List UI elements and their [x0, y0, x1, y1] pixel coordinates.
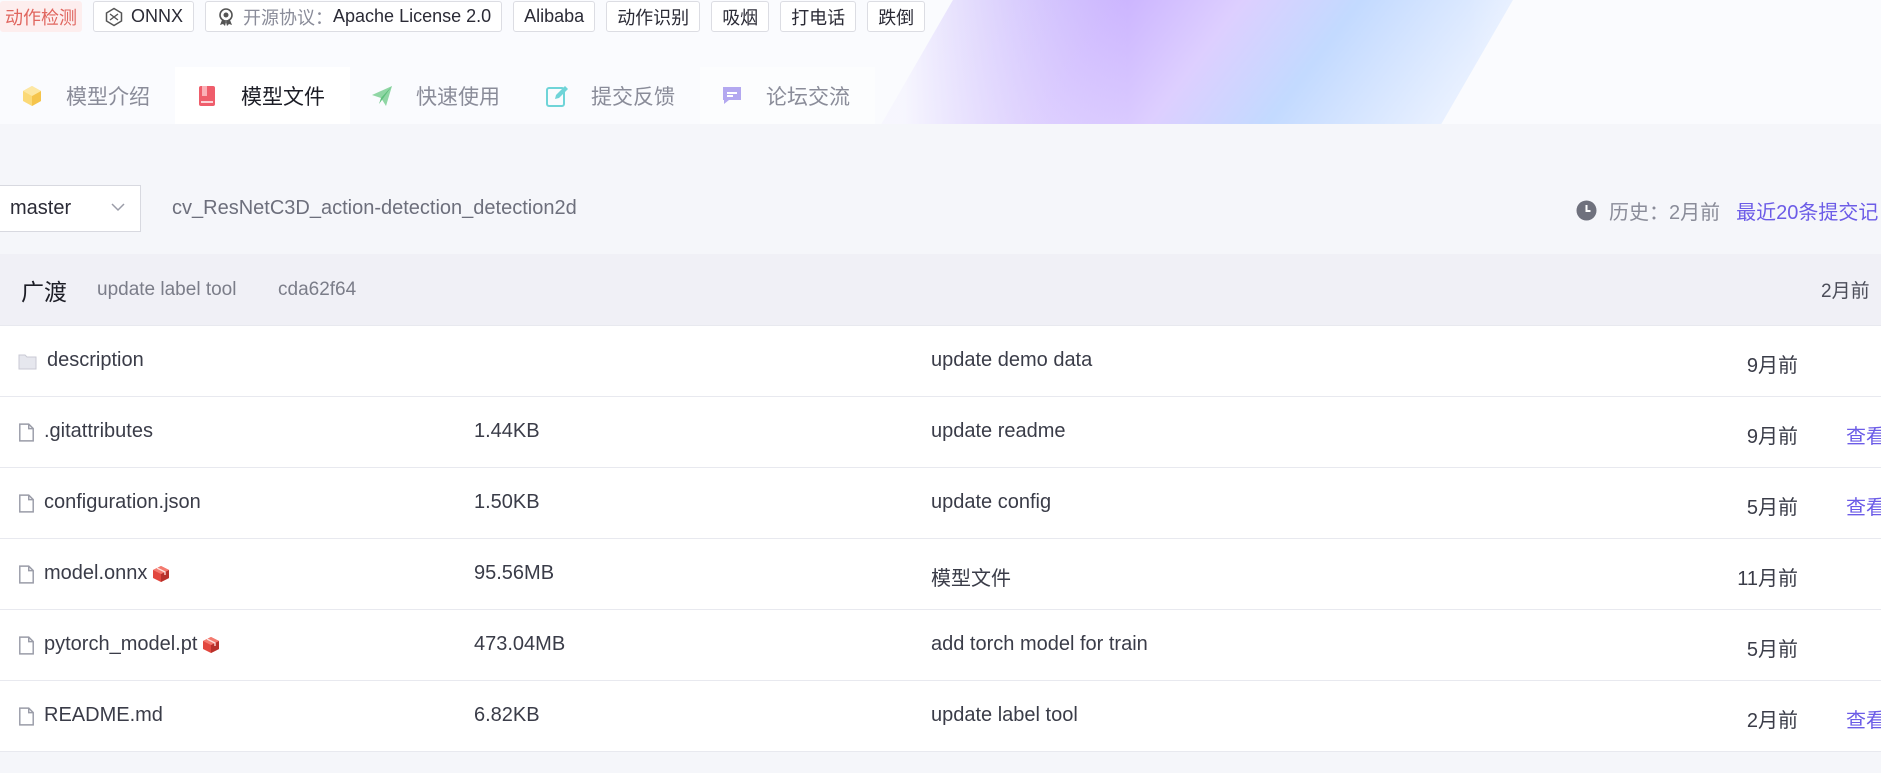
chat-icon [723, 86, 741, 104]
file-name[interactable]: configuration.json [44, 491, 201, 514]
branch-select-value: master [10, 197, 72, 219]
lfs-package-icon [203, 636, 220, 653]
book-icon [199, 85, 215, 106]
commit-author[interactable]: 广渡 [21, 273, 67, 307]
table-row[interactable]: README.md 6.82KB update label tool 2月前 查… [0, 681, 1881, 752]
onnx-icon [105, 7, 123, 26]
keyword-tag-fall[interactable]: 跌倒 [867, 1, 926, 32]
repo-name: cv_ResNetC3D_action-detection_detection2… [172, 197, 577, 219]
license-badge-icon [219, 7, 233, 26]
tab-feedback-label: 提交反馈 [591, 85, 675, 109]
cube-icon [23, 85, 41, 106]
history-label: 历史：2月前 [1609, 202, 1721, 224]
file-commit-message[interactable]: update readme [931, 420, 1066, 443]
view-link[interactable]: 查看 [1846, 704, 1881, 733]
file-size: 6.82KB [474, 704, 540, 726]
folder-icon [18, 354, 37, 370]
paper-plane-icon [372, 85, 392, 106]
file-time: 9月前 [1746, 355, 1798, 377]
task-tag[interactable]: 动作检测 [0, 1, 82, 32]
tab-feedback[interactable]: 提交反馈 [525, 67, 700, 124]
tab-model-intro[interactable]: 模型介绍 [0, 67, 175, 124]
file-commit-message[interactable]: update label tool [931, 704, 1078, 727]
tab-model-files[interactable]: 模型文件 [175, 67, 350, 124]
org-tag[interactable]: Alibaba [513, 1, 596, 32]
file-time: 11月前 [1737, 568, 1798, 590]
keyword-tag-action[interactable]: 动作识别 [606, 1, 701, 32]
file-time: 2月前 [1746, 710, 1798, 732]
file-commit-message[interactable]: add torch model for train [931, 633, 1148, 656]
file-size: 95.56MB [474, 562, 555, 584]
file-time: 5月前 [1746, 639, 1798, 661]
table-row[interactable]: model.onnx 95.56MB 模型文件 11月前 [0, 539, 1881, 610]
file-name[interactable]: README.md [44, 704, 163, 727]
file-time: 5月前 [1746, 497, 1798, 519]
file-name: model.onnx [44, 562, 148, 584]
file-name[interactable]: description [47, 349, 144, 372]
file-table: 广渡 update label tool cda62f64 2月前 descri… [0, 254, 1881, 752]
view-link[interactable]: 查看 [1846, 491, 1881, 520]
clock-icon [1576, 200, 1597, 221]
latest-commit-row: 广渡 update label tool cda62f64 2月前 [0, 254, 1881, 326]
table-row[interactable]: description update demo data 9月前 [0, 326, 1881, 397]
keyword-tag-smoking[interactable]: 吸烟 [711, 1, 770, 32]
tab-quick-start[interactable]: 快速使用 [350, 67, 525, 124]
file-name-wrap[interactable]: model.onnx [44, 562, 171, 585]
table-row[interactable]: configuration.json 1.50KB update config … [0, 468, 1881, 539]
commit-time: 2月前 [1821, 281, 1870, 302]
table-row[interactable]: .gitattributes 1.44KB update readme 9月前 … [0, 397, 1881, 468]
file-commit-message[interactable]: update demo data [931, 349, 1092, 372]
chevron-down-icon [111, 203, 125, 212]
lfs-package-icon [153, 565, 170, 582]
file-icon [19, 565, 34, 584]
history-info: 历史：2月前 最近20条提交记 [1576, 196, 1878, 225]
framework-tag-label: ONNX [131, 6, 184, 26]
file-name[interactable]: .gitattributes [44, 420, 153, 443]
file-size: 1.44KB [474, 420, 540, 442]
commit-hash[interactable]: cda62f64 [278, 279, 356, 301]
license-tag-label: 开源协议 [243, 7, 316, 28]
file-icon [19, 707, 34, 726]
tab-model-files-label: 模型文件 [241, 85, 325, 109]
repo-toolbar: master cv_ResNetC3D_action-detection_det… [0, 180, 1881, 236]
file-icon [19, 423, 34, 442]
branch-select[interactable]: master [0, 185, 141, 232]
file-commit-message[interactable]: update config [931, 491, 1051, 514]
license-tag-value: Apache License 2.0 [333, 6, 492, 26]
license-tag-separator: ： [315, 7, 334, 28]
model-header-banner: 动作检测 ONNX 开源协议： Apache License 2.0 Alibab… [0, 0, 1881, 124]
commit-message[interactable]: update label tool [97, 279, 236, 301]
framework-tag[interactable]: ONNX [93, 1, 195, 32]
file-name-wrap[interactable]: pytorch_model.pt [44, 633, 221, 656]
tab-quick-start-label: 快速使用 [416, 85, 500, 109]
tag-row: 动作检测 ONNX 开源协议： Apache License 2.0 Alibab… [0, 1, 926, 32]
table-row[interactable]: pytorch_model.pt 473.04MB add torch mode… [0, 610, 1881, 681]
file-time: 9月前 [1746, 426, 1798, 448]
file-size: 1.50KB [474, 491, 540, 513]
file-commit-message[interactable]: 模型文件 [931, 562, 1011, 591]
license-tag[interactable]: 开源协议： Apache License 2.0 [205, 1, 503, 32]
file-icon [19, 636, 34, 655]
file-name: pytorch_model.pt [44, 633, 198, 655]
recent-commits-link[interactable]: 最近20条提交记 [1736, 196, 1878, 225]
edit-icon [546, 85, 568, 107]
view-link[interactable]: 查看 [1846, 420, 1881, 449]
tab-forum-label: 论坛交流 [766, 85, 850, 109]
file-size: 473.04MB [474, 633, 566, 655]
file-icon [19, 494, 34, 513]
tab-forum[interactable]: 论坛交流 [700, 67, 875, 124]
tab-model-intro-label: 模型介绍 [66, 85, 150, 109]
keyword-tag-phone[interactable]: 打电话 [780, 1, 857, 32]
model-tabs: 模型介绍 模型文件 快速使用 提交反馈 论坛交流 [0, 67, 875, 124]
